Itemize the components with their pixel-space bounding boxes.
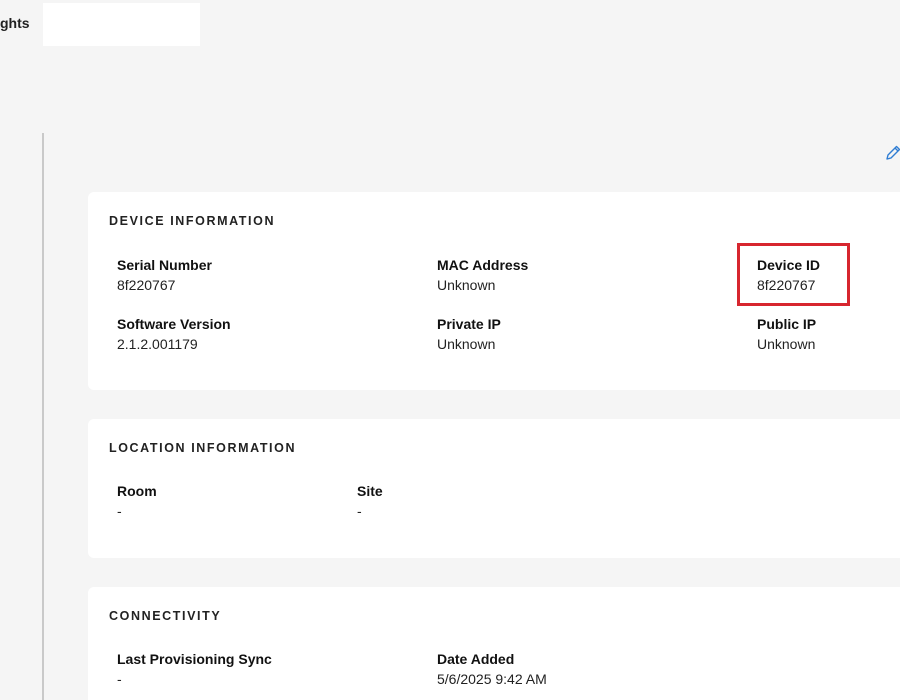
pencil-icon <box>886 145 900 160</box>
private-ip-label: Private IP <box>437 316 501 332</box>
device-information-title: DEVICE INFORMATION <box>109 214 276 228</box>
site-value: - <box>357 503 362 519</box>
location-information-card: LOCATION INFORMATION Room - Site - <box>88 419 900 558</box>
room-label: Room <box>117 483 157 499</box>
nav-tab-insights[interactable]: ghts <box>0 15 30 31</box>
date-added-field: Date Added 5/6/2025 9:42 AM <box>437 650 547 689</box>
device-id-label: Device ID <box>757 257 821 273</box>
mac-address-label: MAC Address <box>437 257 529 273</box>
public-ip-field: Public IP Unknown <box>757 315 816 354</box>
private-ip-value: Unknown <box>437 336 496 352</box>
site-label: Site <box>357 483 383 499</box>
mac-address-value: Unknown <box>437 277 496 293</box>
top-search-box[interactable] <box>43 3 200 46</box>
location-information-title: LOCATION INFORMATION <box>109 441 297 455</box>
last-provisioning-sync-value: - <box>117 671 122 687</box>
device-information-card: DEVICE INFORMATION Serial Number 8f22076… <box>88 192 900 390</box>
device-id-value: 8f220767 <box>757 277 816 293</box>
room-field: Room - <box>117 482 157 521</box>
public-ip-label: Public IP <box>757 316 817 332</box>
public-ip-value: Unknown <box>757 336 816 352</box>
mac-address-field: MAC Address Unknown <box>437 256 528 295</box>
private-ip-field: Private IP Unknown <box>437 315 501 354</box>
last-provisioning-sync-field: Last Provisioning Sync - <box>117 650 272 689</box>
serial-number-value: 8f220767 <box>117 277 176 293</box>
serial-number-field: Serial Number 8f220767 <box>117 256 212 295</box>
device-id-field: Device ID 8f220767 <box>757 256 820 295</box>
pencil-edit-icon[interactable] <box>884 144 900 162</box>
connectivity-title: CONNECTIVITY <box>109 609 222 623</box>
connectivity-card: CONNECTIVITY Last Provisioning Sync - Da… <box>88 587 900 700</box>
date-added-label: Date Added <box>437 651 515 667</box>
software-version-field: Software Version 2.1.2.001179 <box>117 315 231 354</box>
last-provisioning-sync-label: Last Provisioning Sync <box>117 651 272 667</box>
serial-number-label: Serial Number <box>117 257 212 273</box>
page: ghts DEVICE INFORMATION Serial Number 8f… <box>0 0 900 700</box>
date-added-value: 5/6/2025 9:42 AM <box>437 671 547 687</box>
software-version-label: Software Version <box>117 316 231 332</box>
room-value: - <box>117 503 122 519</box>
sidebar-divider <box>42 133 44 700</box>
software-version-value: 2.1.2.001179 <box>117 336 198 352</box>
site-field: Site - <box>357 482 383 521</box>
